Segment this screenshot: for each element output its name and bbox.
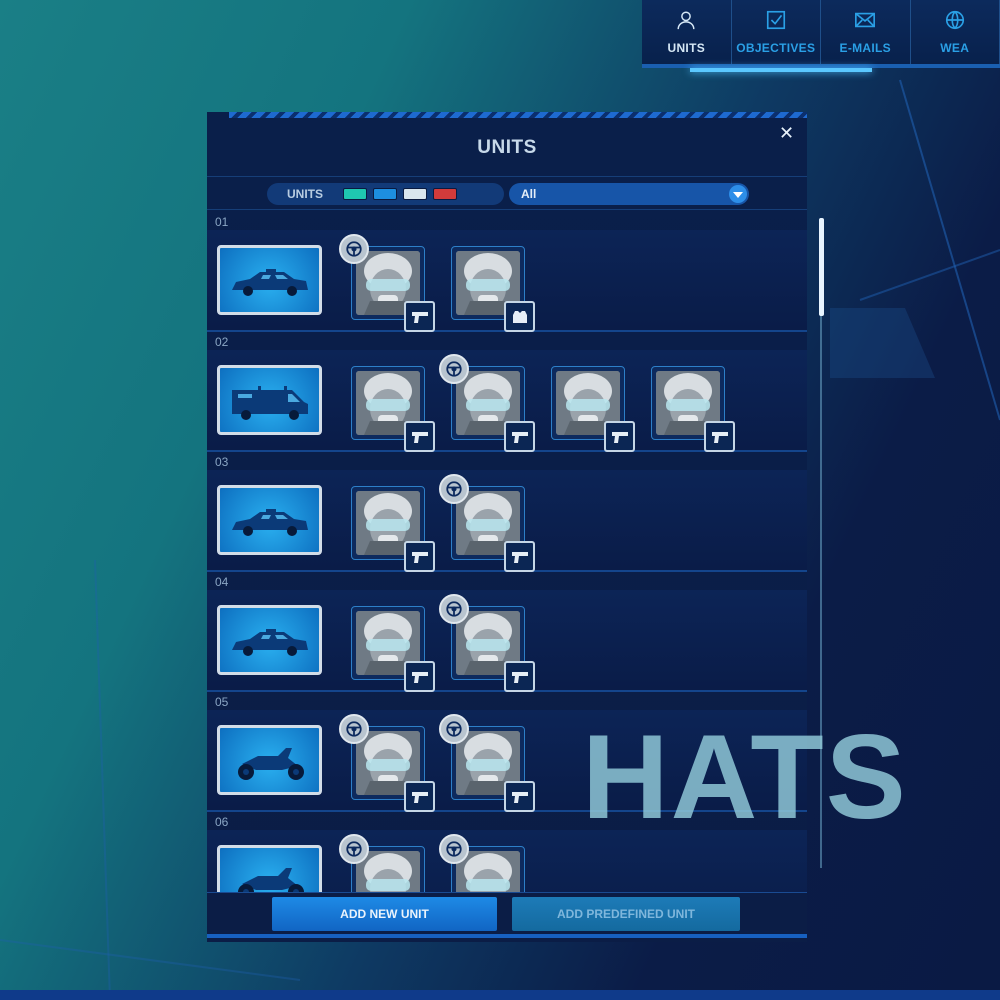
vest-icon[interactable] [504,301,535,332]
unit-type-swatch[interactable] [403,188,427,200]
crew-member-slot[interactable] [339,834,425,892]
pistol-icon[interactable] [404,421,435,452]
pistol-icon[interactable] [504,781,535,812]
pistol-icon[interactable] [404,781,435,812]
panel-title: UNITS [477,137,537,158]
person-icon [675,9,697,36]
vehicle-slot[interactable] [217,485,322,555]
watermark-text: HATS [582,710,908,844]
unit-row[interactable]: 02 [207,332,807,452]
unit-row[interactable]: 04 [207,572,807,692]
pistol-icon[interactable] [404,661,435,692]
vehicle-slot[interactable] [217,365,322,435]
units-type-filter: UNITS [267,183,504,205]
chevron-down-icon[interactable] [729,185,747,203]
vehicle-slot[interactable] [217,245,322,315]
crew-member-slot[interactable] [651,366,735,452]
crew-member-slot[interactable] [439,834,525,892]
top-navigation: UNITS OBJECTIVES E-MAILS WEA [642,0,1000,68]
footer-divider [207,934,807,938]
tab-label: E-MAILS [839,41,891,55]
tab-objectives[interactable]: OBJECTIVES [732,0,821,64]
unit-row[interactable]: 01 [207,212,807,332]
pistol-icon[interactable] [404,301,435,332]
pistol-icon[interactable] [504,541,535,572]
crew-member-slot[interactable] [339,234,435,332]
steering-wheel-icon[interactable] [439,714,469,744]
crew-member-slot[interactable] [451,246,535,332]
dropdown-value: All [521,187,537,201]
tab-label: WEA [940,41,970,55]
unit-number: 01 [215,215,229,229]
crew-member-slot[interactable] [439,354,535,452]
units-filter-label: UNITS [287,187,323,201]
add-new-unit-button[interactable]: ADD NEW UNIT [272,897,497,931]
scrollbar-thumb[interactable] [819,218,824,316]
tab-units[interactable]: UNITS [642,0,732,64]
pistol-icon[interactable] [504,661,535,692]
tab-label: OBJECTIVES [736,41,816,55]
tab-label: UNITS [667,41,705,55]
tab-wea[interactable]: WEA [911,0,1000,64]
checkbox-icon [765,9,787,36]
steering-wheel-icon[interactable] [339,714,369,744]
units-dropdown[interactable]: All [509,183,749,205]
steering-wheel-icon[interactable] [339,834,369,864]
add-predefined-unit-button[interactable]: ADD PREDEFINED UNIT [512,897,740,931]
vehicle-slot[interactable] [217,845,322,892]
vehicle-slot[interactable] [217,605,322,675]
bottom-edge [0,990,1000,1000]
crew-member-slot[interactable] [439,474,535,572]
active-tab-indicator [690,68,872,72]
unit-type-swatch[interactable] [433,188,457,200]
filter-bar: UNITS All [207,176,807,210]
pistol-icon[interactable] [504,421,535,452]
crew-member-slot[interactable] [351,366,435,452]
crew-member-slot[interactable] [351,606,435,692]
unit-type-swatch[interactable] [373,188,397,200]
unit-number: 04 [215,575,229,589]
pistol-icon[interactable] [704,421,735,452]
unit-number: 06 [215,815,229,829]
crew-member-slot[interactable] [339,714,435,812]
steering-wheel-icon[interactable] [339,234,369,264]
unit-type-swatch[interactable] [343,188,367,200]
steering-wheel-icon[interactable] [439,834,469,864]
panel-header-stripe [229,112,807,118]
globe-icon [944,9,966,36]
steering-wheel-icon[interactable] [439,474,469,504]
close-icon[interactable]: ✕ [779,124,794,142]
pistol-icon[interactable] [604,421,635,452]
steering-wheel-icon[interactable] [439,354,469,384]
crew-member-slot[interactable] [351,486,435,572]
unit-number: 03 [215,455,229,469]
unit-number: 02 [215,335,229,349]
vehicle-slot[interactable] [217,725,322,795]
unit-row[interactable]: 03 [207,452,807,572]
tab-emails[interactable]: E-MAILS [821,0,911,64]
crew-member-slot[interactable] [439,594,535,692]
crew-member-slot[interactable] [439,714,535,812]
envelope-icon [854,9,876,36]
steering-wheel-icon[interactable] [439,594,469,624]
crew-member-slot[interactable] [551,366,635,452]
pistol-icon[interactable] [404,541,435,572]
unit-number: 05 [215,695,229,709]
